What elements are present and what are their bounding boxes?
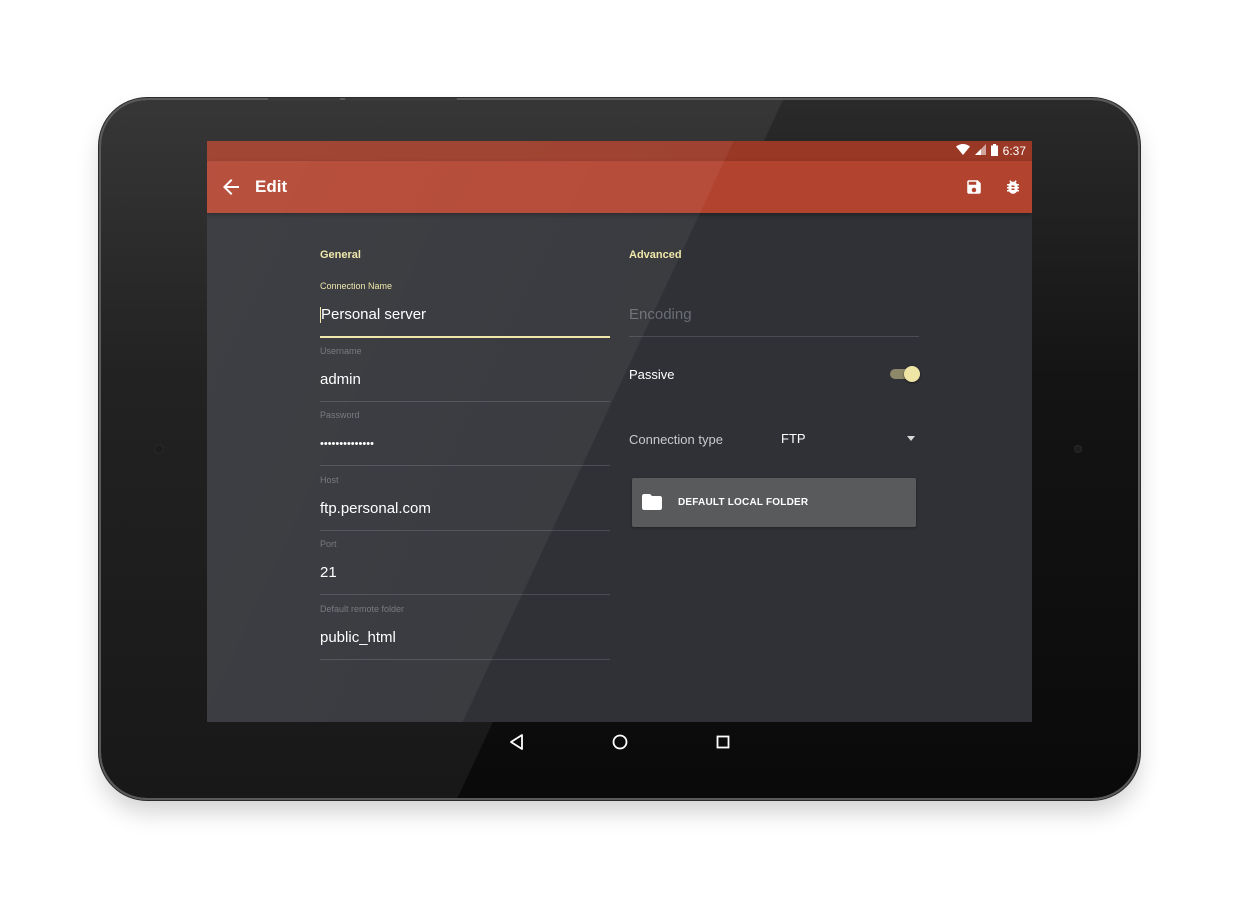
passive-label: Passive xyxy=(629,367,675,382)
app-toolbar: Edit xyxy=(207,161,1032,213)
front-camera xyxy=(154,444,164,454)
password-label: Password xyxy=(320,410,360,420)
power-button xyxy=(345,98,457,101)
default-local-folder-button[interactable]: DEFAULT LOCAL FOLDER xyxy=(632,478,916,527)
default-local-folder-label: DEFAULT LOCAL FOLDER xyxy=(678,497,809,508)
advanced-heading: Advanced xyxy=(629,249,682,261)
username-label: Username xyxy=(320,346,362,356)
recents-square-icon[interactable] xyxy=(713,732,733,752)
toggle-thumb xyxy=(904,366,920,382)
system-navigation-bar xyxy=(207,722,1032,762)
host-input[interactable]: ftp.personal.com xyxy=(320,499,610,519)
username-field[interactable]: Username admin xyxy=(320,346,610,402)
encoding-input[interactable]: Encoding xyxy=(629,305,919,325)
arrow-back-icon[interactable] xyxy=(219,175,243,199)
connection-type-label: Connection type xyxy=(629,432,723,447)
wifi-icon xyxy=(955,144,970,158)
status-time: 6:37 xyxy=(1002,144,1026,158)
battery-icon xyxy=(990,143,998,159)
back-triangle-icon[interactable] xyxy=(507,732,527,752)
app-screen: 6:37 Edit General Connection Name Person… xyxy=(207,141,1032,722)
encoding-label-space xyxy=(629,281,919,293)
passive-toggle[interactable] xyxy=(890,365,920,383)
signal-icon xyxy=(974,144,986,158)
remote-folder-underline xyxy=(320,659,610,660)
connection-type-dropdown[interactable]: FTP xyxy=(779,425,919,451)
port-input[interactable]: 21 xyxy=(320,563,610,583)
encoding-field[interactable]: Encoding xyxy=(629,281,919,337)
connection-name-input[interactable]: Personal server xyxy=(320,305,610,325)
sensor-dot xyxy=(1074,445,1082,453)
connection-name-label: Connection Name xyxy=(320,281,393,291)
port-label: Port xyxy=(320,539,337,549)
general-heading: General xyxy=(320,249,361,261)
volume-button xyxy=(268,98,340,101)
connection-name-underline xyxy=(320,336,610,338)
remote-folder-input[interactable]: public_html xyxy=(320,628,610,648)
save-icon[interactable] xyxy=(962,175,986,199)
password-underline xyxy=(320,465,610,466)
remote-folder-label: Default remote folder xyxy=(320,604,405,614)
connection-type-value: FTP xyxy=(781,431,806,446)
host-underline xyxy=(320,530,610,531)
username-underline xyxy=(320,401,610,402)
username-input[interactable]: admin xyxy=(320,370,610,390)
remote-folder-field[interactable]: Default remote folder public_html xyxy=(320,604,610,660)
password-input[interactable]: •••••••••••••• xyxy=(320,434,610,454)
host-label: Host xyxy=(320,475,339,485)
page-title: Edit xyxy=(255,177,288,196)
connection-name-field[interactable]: Connection Name Personal server xyxy=(320,281,610,338)
encoding-underline xyxy=(629,336,919,337)
host-field[interactable]: Host ftp.personal.com xyxy=(320,475,610,531)
status-bar: 6:37 xyxy=(207,141,1032,161)
folder-icon xyxy=(642,493,662,511)
password-field[interactable]: Password •••••••••••••• xyxy=(320,410,610,466)
port-field[interactable]: Port 21 xyxy=(320,539,610,595)
dropdown-arrow-icon xyxy=(907,436,915,441)
connection-name-value: Personal server xyxy=(321,306,427,323)
home-circle-icon[interactable] xyxy=(610,732,630,752)
port-underline xyxy=(320,594,610,595)
bug-icon[interactable] xyxy=(1001,175,1025,199)
